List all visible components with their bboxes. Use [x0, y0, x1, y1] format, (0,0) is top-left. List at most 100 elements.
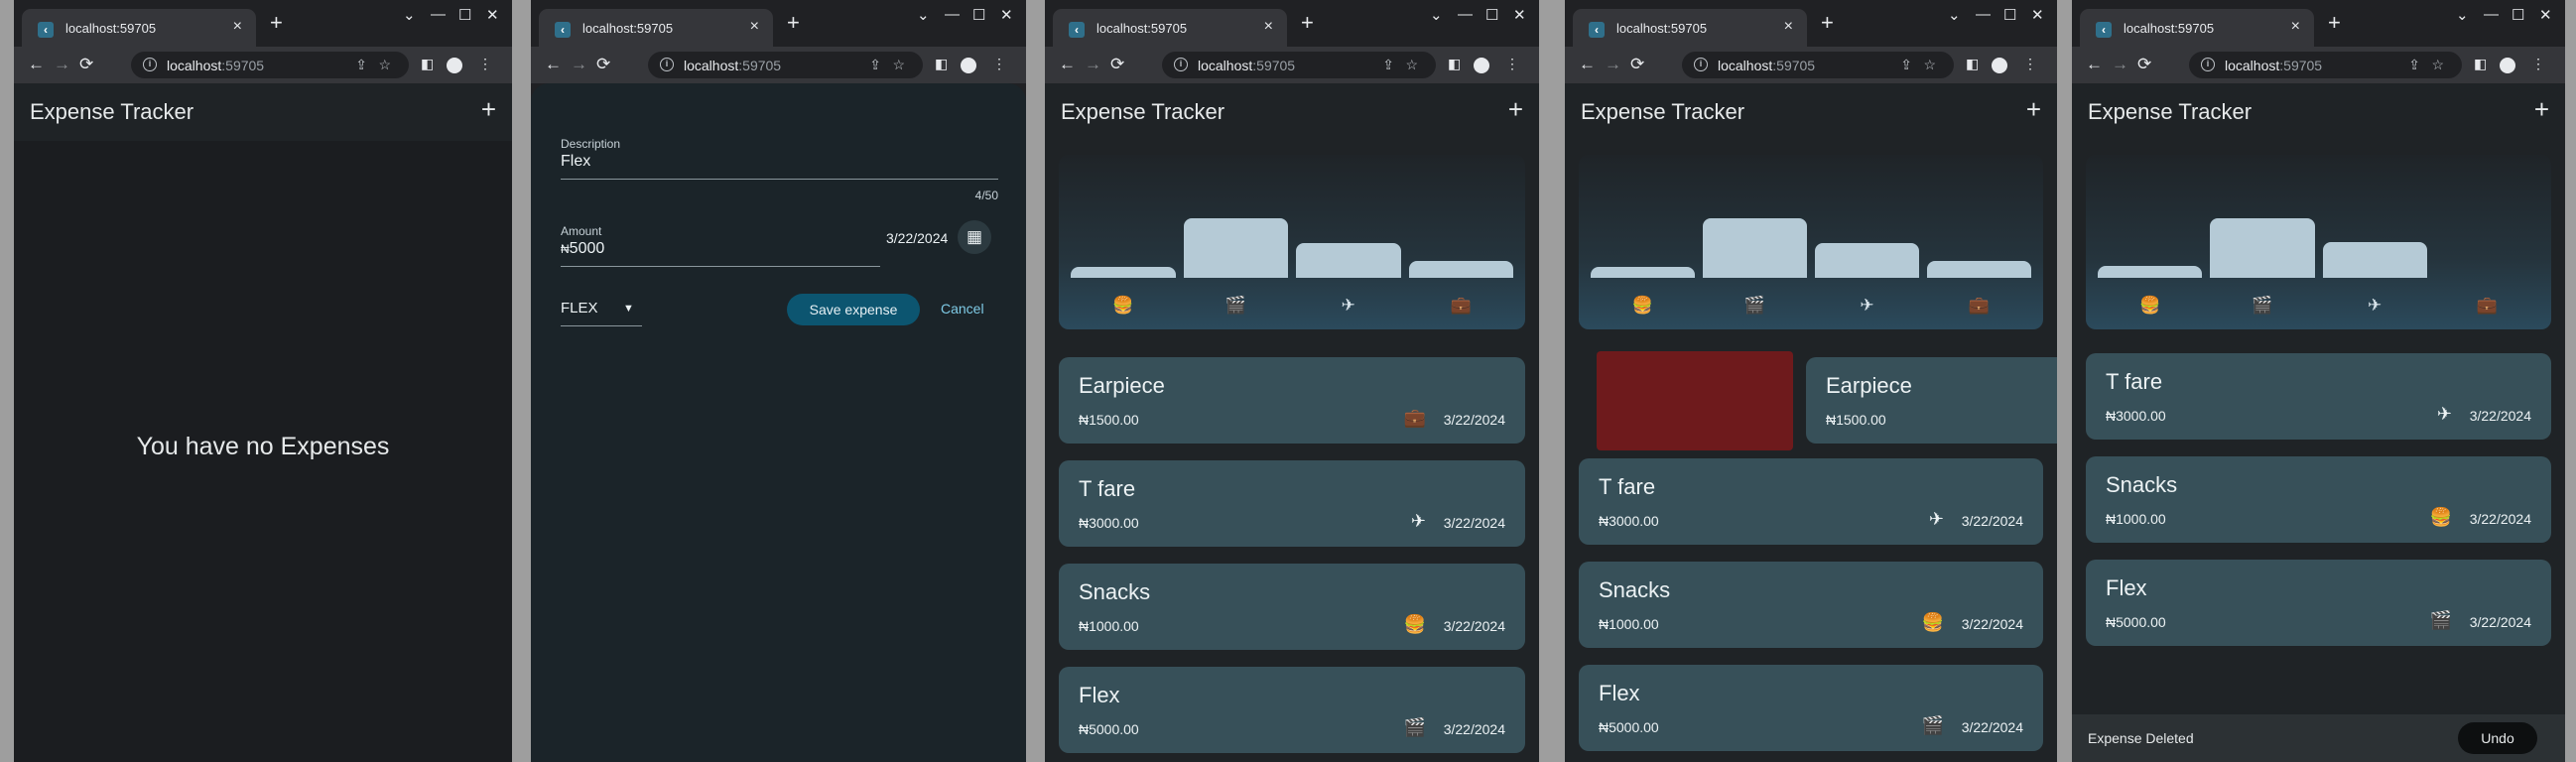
close-window-button[interactable]: ✕: [2031, 6, 2044, 24]
browser-tab[interactable]: ‹ localhost:59705 ×: [22, 9, 256, 47]
expense-card[interactable]: Snacks ₦1000.00 🍔 3/22/2024: [1579, 562, 2043, 648]
reload-button[interactable]: ⟳: [596, 55, 610, 74]
calendar-icon[interactable]: ▦: [958, 220, 991, 254]
expense-card[interactable]: T fare ₦3000.00 ✈ 3/22/2024: [1579, 458, 2043, 545]
browser-menu-icon[interactable]: ⋮: [478, 56, 492, 72]
profile-avatar[interactable]: [447, 58, 462, 73]
side-panel-icon[interactable]: ◧: [2474, 56, 2487, 72]
maximize-button[interactable]: ☐: [2003, 6, 2016, 24]
tab-close-icon[interactable]: ×: [2291, 18, 2300, 36]
expense-card-swiping[interactable]: Earpiece ₦1500.00: [1806, 357, 2057, 444]
dropdown-caret-icon[interactable]: ▼: [623, 303, 634, 315]
back-button[interactable]: ←: [545, 55, 562, 74]
expense-card[interactable]: Snacks ₦1000.00 🍔 3/22/2024: [1059, 564, 1525, 650]
address-bar[interactable]: i localhost:59705 ⇪ ☆: [648, 52, 923, 78]
tab-search-chevron-icon[interactable]: ⌄: [1430, 6, 1443, 24]
back-button[interactable]: ←: [1579, 55, 1596, 74]
maximize-button[interactable]: ☐: [972, 6, 985, 24]
new-tab-button[interactable]: +: [1301, 12, 1314, 34]
minimize-button[interactable]: —: [945, 6, 960, 23]
site-info-icon[interactable]: i: [143, 58, 157, 71]
side-panel-icon[interactable]: ◧: [421, 56, 434, 72]
browser-menu-icon[interactable]: ⋮: [2023, 56, 2037, 72]
profile-avatar[interactable]: [2500, 58, 2515, 73]
expense-card[interactable]: T fare ₦3000.00 ✈ 3/22/2024: [2086, 353, 2551, 440]
close-window-button[interactable]: ✕: [486, 6, 499, 24]
cancel-button[interactable]: Cancel: [941, 301, 984, 317]
share-icon[interactable]: ⇪: [1382, 57, 1394, 73]
tab-search-chevron-icon[interactable]: ⌄: [2456, 6, 2469, 24]
address-bar[interactable]: i localhost:59705 ⇪ ☆: [1682, 52, 1954, 78]
expense-card[interactable]: Flex ₦5000.00 🎬 3/22/2024: [1059, 667, 1525, 753]
forward-button[interactable]: →: [1605, 55, 1621, 74]
new-tab-button[interactable]: +: [1821, 12, 1834, 34]
side-panel-icon[interactable]: ◧: [1966, 56, 1979, 72]
share-icon[interactable]: ⇪: [869, 57, 881, 73]
tab-search-chevron-icon[interactable]: ⌄: [403, 6, 416, 24]
site-info-icon[interactable]: i: [660, 58, 674, 71]
bookmark-star-icon[interactable]: ☆: [1405, 57, 1418, 73]
close-window-button[interactable]: ✕: [2539, 6, 2552, 24]
address-bar[interactable]: i localhost:59705 ⇪ ☆: [131, 52, 409, 78]
category-dropdown[interactable]: FLEX: [561, 300, 598, 317]
browser-tab[interactable]: ‹ localhost:59705 ×: [1573, 9, 1807, 47]
browser-menu-icon[interactable]: ⋮: [1505, 56, 1519, 72]
tab-close-icon[interactable]: ×: [1784, 18, 1793, 36]
site-info-icon[interactable]: i: [1694, 58, 1708, 71]
browser-tab[interactable]: ‹ localhost:59705 ×: [539, 9, 773, 47]
maximize-button[interactable]: ☐: [2512, 6, 2524, 24]
bookmark-star-icon[interactable]: ☆: [2431, 57, 2444, 73]
forward-button[interactable]: →: [2112, 55, 2128, 74]
expense-card[interactable]: T fare ₦3000.00 ✈ 3/22/2024: [1059, 460, 1525, 547]
site-info-icon[interactable]: i: [2201, 58, 2215, 71]
forward-button[interactable]: →: [1085, 55, 1101, 74]
reload-button[interactable]: ⟳: [1630, 55, 1644, 74]
back-button[interactable]: ←: [2086, 55, 2103, 74]
forward-button[interactable]: →: [54, 55, 70, 74]
browser-menu-icon[interactable]: ⋮: [992, 56, 1006, 72]
expense-card[interactable]: Flex ₦5000.00 🎬 3/22/2024: [1579, 665, 2043, 751]
add-expense-button[interactable]: +: [2534, 96, 2549, 122]
side-panel-icon[interactable]: ◧: [1448, 56, 1461, 72]
new-tab-button[interactable]: +: [2328, 12, 2341, 34]
share-icon[interactable]: ⇪: [1900, 57, 1912, 73]
close-window-button[interactable]: ✕: [1000, 6, 1013, 24]
add-expense-button[interactable]: +: [1508, 96, 1523, 122]
amount-input[interactable]: ₦5000: [561, 240, 604, 258]
minimize-button[interactable]: —: [1458, 6, 1473, 23]
address-bar[interactable]: i localhost:59705 ⇪ ☆: [2189, 52, 2462, 78]
tab-close-icon[interactable]: ×: [1264, 18, 1273, 36]
description-input[interactable]: Flex: [561, 153, 590, 171]
profile-avatar[interactable]: [1992, 58, 2007, 73]
new-tab-button[interactable]: +: [270, 12, 283, 34]
add-expense-button[interactable]: +: [481, 96, 496, 122]
expense-card[interactable]: Flex ₦5000.00 🎬 3/22/2024: [2086, 560, 2551, 646]
browser-tab[interactable]: ‹ localhost:59705 ×: [1053, 9, 1287, 47]
tab-search-chevron-icon[interactable]: ⌄: [917, 6, 930, 24]
profile-avatar[interactable]: [1474, 58, 1489, 73]
save-expense-button[interactable]: Save expense: [787, 294, 920, 325]
add-expense-button[interactable]: +: [2026, 96, 2041, 122]
minimize-button[interactable]: —: [1976, 6, 1991, 23]
undo-button[interactable]: Undo: [2458, 722, 2537, 754]
profile-avatar[interactable]: [961, 58, 976, 73]
reload-button[interactable]: ⟳: [1110, 55, 1124, 74]
bookmark-star-icon[interactable]: ☆: [892, 57, 905, 73]
close-window-button[interactable]: ✕: [1513, 6, 1526, 24]
share-icon[interactable]: ⇪: [355, 57, 367, 73]
maximize-button[interactable]: ☐: [458, 6, 471, 24]
tab-close-icon[interactable]: ×: [750, 18, 759, 36]
side-panel-icon[interactable]: ◧: [935, 56, 948, 72]
share-icon[interactable]: ⇪: [2408, 57, 2420, 73]
minimize-button[interactable]: —: [2484, 6, 2499, 23]
maximize-button[interactable]: ☐: [1485, 6, 1498, 24]
bookmark-star-icon[interactable]: ☆: [1923, 57, 1936, 73]
reload-button[interactable]: ⟳: [79, 55, 93, 74]
site-info-icon[interactable]: i: [1174, 58, 1188, 71]
forward-button[interactable]: →: [571, 55, 587, 74]
new-tab-button[interactable]: +: [787, 12, 800, 34]
expense-card[interactable]: Snacks ₦1000.00 🍔 3/22/2024: [2086, 456, 2551, 543]
minimize-button[interactable]: —: [431, 6, 446, 23]
address-bar[interactable]: i localhost:59705 ⇪ ☆: [1162, 52, 1436, 78]
bookmark-star-icon[interactable]: ☆: [378, 57, 391, 73]
